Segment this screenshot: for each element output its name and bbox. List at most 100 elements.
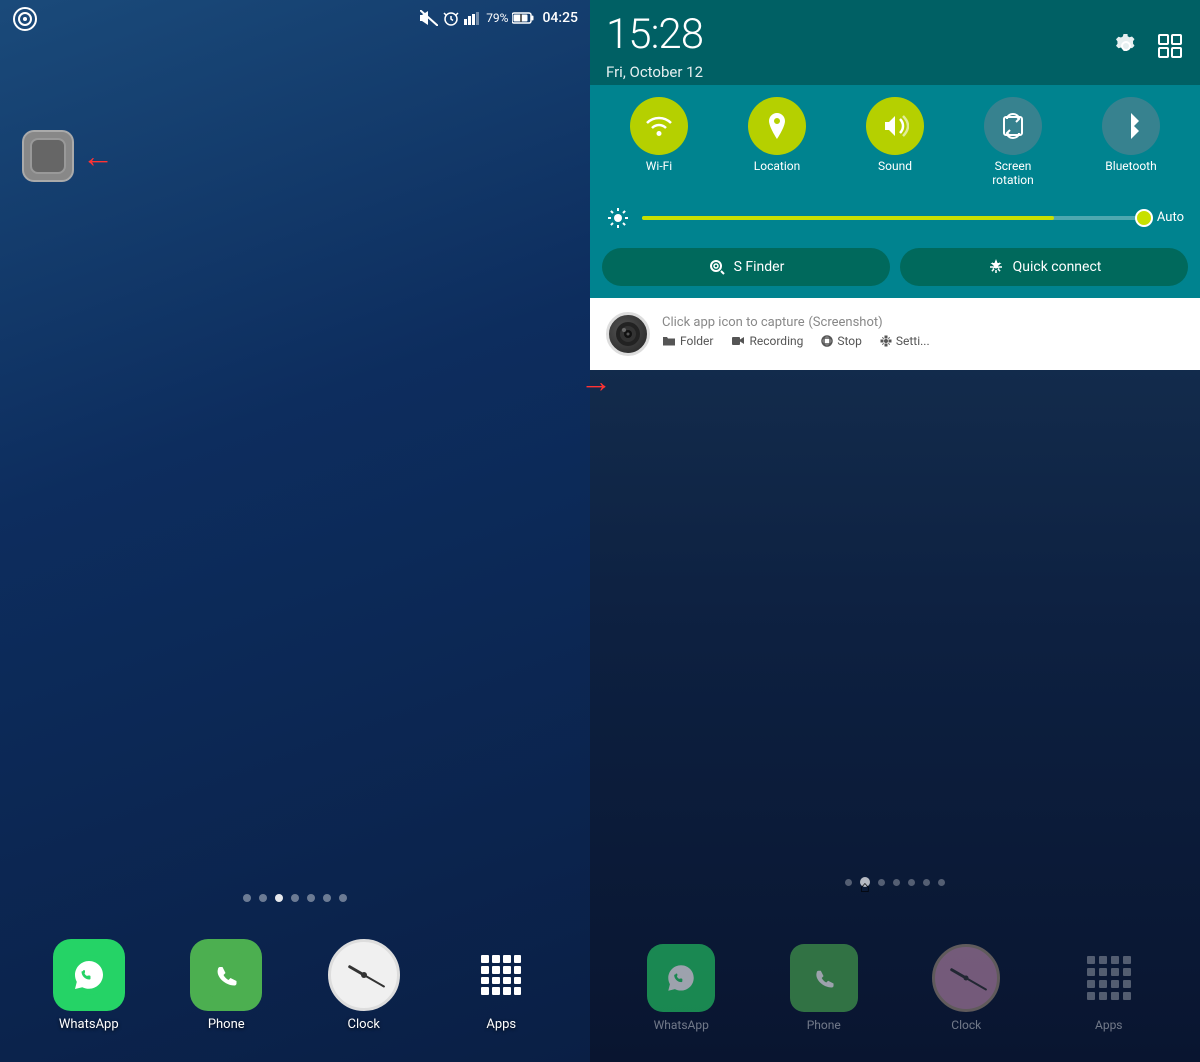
sfinder-icon <box>708 258 726 276</box>
notif-content: Click app icon to capture (Screenshot) F… <box>662 312 1184 348</box>
sfinder-button[interactable]: S Finder <box>602 248 890 286</box>
brightness-slider[interactable] <box>642 216 1145 220</box>
apps-grid <box>481 955 521 995</box>
left-time: 04:25 <box>542 10 578 26</box>
signal-icon <box>464 11 482 25</box>
right-clock-icon <box>932 944 1000 1012</box>
right-screen: 15:28 Fri, October 12 <box>590 0 1200 1062</box>
right-dot-3[interactable] <box>878 879 885 886</box>
clock-icon <box>328 939 400 1011</box>
right-dock: WhatsApp Phone Clock <box>590 928 1200 1062</box>
toggle-sound[interactable]: Sound <box>855 97 935 188</box>
settings-label: Setti... <box>896 334 930 348</box>
notif-title: Click app icon to capture (Screenshot) <box>662 312 1184 330</box>
clock-center <box>361 972 367 978</box>
rotation-label: Screen rotation <box>978 159 1048 188</box>
page-dot-3[interactable] <box>275 894 283 902</box>
shade-header-icons <box>1112 32 1184 60</box>
toggle-bluetooth[interactable]: Bluetooth <box>1091 97 1171 188</box>
floating-ball-inner <box>30 138 66 174</box>
brightness-fill <box>642 216 1054 220</box>
app-clock[interactable]: Clock <box>328 939 400 1032</box>
notif-action-recording[interactable]: Recording <box>731 334 803 348</box>
quickconnect-label: Quick connect <box>1013 259 1102 275</box>
left-status-bar: 79% 04:25 <box>0 0 590 36</box>
red-arrow-left: ← <box>82 140 114 172</box>
phone-icon <box>190 939 262 1011</box>
left-dock: WhatsApp Phone Clock <box>0 923 590 1062</box>
clock-label: Clock <box>348 1017 380 1032</box>
right-phone-label: Phone <box>807 1018 841 1032</box>
right-clock-center <box>964 976 969 981</box>
toggle-rotation[interactable]: Screen rotation <box>973 97 1053 188</box>
shade-date: Fri, October 12 <box>606 63 703 81</box>
app-phone[interactable]: Phone <box>190 939 262 1032</box>
notification-shade: 15:28 Fri, October 12 <box>590 0 1200 370</box>
page-dot-2[interactable] <box>259 894 267 902</box>
sound-toggle-circle <box>866 97 924 155</box>
mute-icon <box>420 10 438 26</box>
floating-ball[interactable] <box>22 130 74 182</box>
page-dot-6[interactable] <box>323 894 331 902</box>
quick-toggles: Wi-Fi Location <box>590 85 1200 196</box>
red-arrow-notification: → <box>580 362 612 400</box>
page-dot-1[interactable] <box>243 894 251 902</box>
notif-actions: Folder Recording <box>662 334 1184 348</box>
right-app-apps[interactable]: Apps <box>1075 944 1143 1032</box>
notif-action-stop[interactable]: Stop <box>821 334 862 348</box>
shade-buttons: S Finder Quick connect <box>590 240 1200 298</box>
right-apps-icon <box>1075 944 1143 1012</box>
quickconnect-icon <box>987 258 1005 276</box>
page-dot-4[interactable] <box>291 894 299 902</box>
right-dot-5[interactable] <box>908 879 915 886</box>
right-dot-1[interactable] <box>845 879 852 886</box>
recording-icon <box>731 335 745 347</box>
rotation-toggle-circle <box>984 97 1042 155</box>
right-page-dots: ⌂ <box>845 877 945 887</box>
toggle-wifi[interactable]: Wi-Fi <box>619 97 699 188</box>
brightness-thumb <box>1135 209 1153 227</box>
app-whatsapp[interactable]: WhatsApp <box>53 939 125 1032</box>
notif-action-folder[interactable]: Folder <box>662 334 713 348</box>
app-apps[interactable]: Apps <box>465 939 537 1032</box>
quickconnect-button[interactable]: Quick connect <box>900 248 1188 286</box>
page-dots <box>243 894 347 902</box>
right-dot-7[interactable] <box>938 879 945 886</box>
right-dot-4[interactable] <box>893 879 900 886</box>
notif-action-settings[interactable]: Setti... <box>880 334 930 348</box>
status-icons: 79% 04:25 <box>420 9 578 27</box>
toggle-location[interactable]: Location <box>737 97 817 188</box>
right-app-whatsapp[interactable]: WhatsApp <box>647 944 715 1032</box>
right-app-phone[interactable]: Phone <box>790 944 858 1032</box>
right-clock-min <box>966 977 988 991</box>
right-app-clock[interactable]: Clock <box>932 944 1000 1032</box>
clock-minute-hand <box>363 974 385 988</box>
whatsapp-label: WhatsApp <box>59 1017 119 1032</box>
wifi-label: Wi-Fi <box>646 159 672 173</box>
bluetooth-toggle-circle <box>1102 97 1160 155</box>
left-screen: 79% 04:25 ← <box>0 0 590 1062</box>
page-dot-7[interactable] <box>339 894 347 902</box>
settings-small-icon <box>880 335 892 347</box>
page-dot-5[interactable] <box>307 894 315 902</box>
stop-icon <box>821 335 833 347</box>
right-dot-6[interactable] <box>923 879 930 886</box>
right-phone-icon <box>790 944 858 1012</box>
battery-icon <box>512 12 534 24</box>
sfinder-label: S Finder <box>734 259 785 275</box>
wifi-toggle-circle <box>630 97 688 155</box>
brightness-auto-label: Auto <box>1157 210 1184 225</box>
right-apps-grid <box>1087 956 1131 1000</box>
right-whatsapp-label: WhatsApp <box>654 1018 709 1032</box>
edit-grid-icon[interactable] <box>1156 32 1184 60</box>
phone-label: Phone <box>208 1017 245 1032</box>
right-dot-home[interactable]: ⌂ <box>860 877 870 887</box>
shade-header: 15:28 Fri, October 12 <box>590 0 1200 85</box>
brightness-row: Auto <box>590 196 1200 240</box>
alarm-icon <box>442 9 460 27</box>
notification-card: → Click app icon to capture (Screenshot) <box>590 298 1200 370</box>
left-floating-icon: ← <box>22 130 114 182</box>
folder-label: Folder <box>680 334 713 348</box>
location-label: Location <box>754 159 800 173</box>
settings-icon[interactable] <box>1112 32 1140 60</box>
